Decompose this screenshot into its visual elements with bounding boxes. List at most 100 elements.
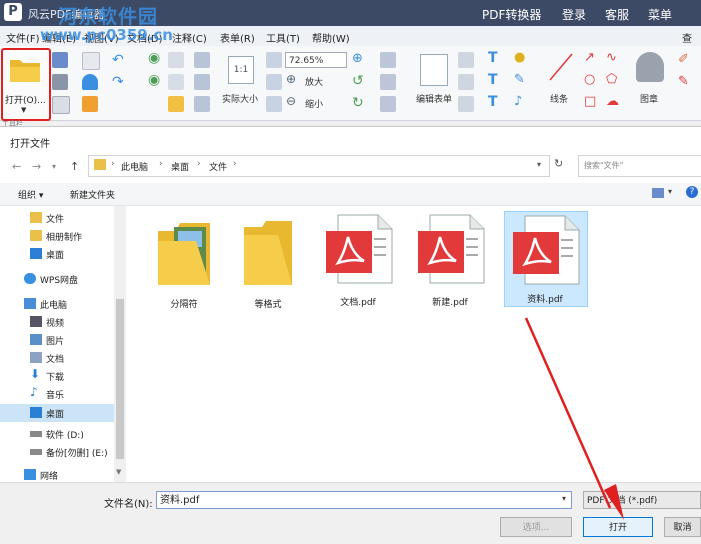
link-icon[interactable] (458, 74, 474, 90)
zoom-in-label[interactable]: 放大 (305, 75, 323, 88)
zoom-tool-icon[interactable] (194, 96, 210, 112)
stamp-icon[interactable] (636, 52, 664, 82)
open-file-button[interactable]: 打开(O)... ▼ (1, 48, 51, 121)
zoom-select[interactable]: 72.65% (285, 52, 347, 68)
view-mode-icon[interactable] (652, 188, 664, 198)
actual-size-icon[interactable]: 1:1 (228, 56, 254, 84)
view-dropdown-icon[interactable]: ▾ (668, 187, 672, 196)
curve-tool-icon[interactable]: ∿ (606, 50, 617, 65)
nav-item-music[interactable]: ♪ 音乐 (0, 385, 114, 403)
edit-form-label[interactable]: 编辑表单 (416, 92, 452, 105)
back-icon[interactable]: ◉ (148, 50, 160, 66)
rotate-right-icon[interactable]: ↻ (352, 95, 364, 111)
menu-tools[interactable]: 工具(T) (266, 30, 300, 45)
arrow-tool-icon[interactable]: ↗ (584, 50, 595, 65)
highlight-icon[interactable]: ✎ (678, 74, 689, 89)
text-comment-icon[interactable]: T (488, 94, 498, 110)
fit-visible-icon[interactable] (266, 96, 282, 112)
save-icon[interactable] (52, 52, 68, 68)
form-field-icon[interactable] (380, 52, 396, 68)
scroll-down-icon[interactable]: ▼ (116, 468, 121, 476)
fit-width-icon[interactable] (266, 74, 282, 90)
select-icon[interactable] (168, 52, 184, 68)
pdf-converter-button[interactable]: PDF转换器 (482, 6, 541, 23)
breadcrumb-desktop[interactable]: 桌面 (171, 160, 189, 173)
file-item-pdf-1[interactable]: 文档.pdf (318, 213, 398, 308)
nav-scroll-thumb[interactable] (116, 299, 124, 459)
login-button[interactable]: 登录 (562, 6, 586, 23)
file-item-folder-2[interactable]: 等格式 (228, 215, 308, 310)
redo-icon[interactable]: ↷ (112, 74, 124, 90)
file-item-pdf-selected[interactable]: 资料.pdf (504, 211, 588, 307)
file-item-folder-1[interactable]: 分隔符 (144, 215, 224, 310)
address-dropdown-icon[interactable]: ▾ (537, 160, 541, 169)
nav-item-documents[interactable]: 文档 (0, 349, 114, 367)
properties-icon[interactable] (82, 52, 100, 70)
new-document-icon[interactable] (52, 96, 70, 114)
text-box-icon[interactable] (458, 52, 474, 68)
nav-item-this-pc[interactable]: 此电脑 (0, 295, 114, 313)
nav-item-files[interactable]: 文件 (0, 209, 114, 227)
file-item-pdf-2[interactable]: 新建.pdf (410, 213, 490, 308)
support-button[interactable]: 客服 (605, 6, 629, 23)
open-button[interactable]: 打开 (583, 517, 653, 537)
forward-icon[interactable]: ◉ (148, 72, 160, 88)
attachment-icon[interactable]: ✎ (514, 72, 525, 87)
menu-help[interactable]: 帮助(W) (312, 30, 350, 45)
print-icon[interactable] (52, 74, 68, 90)
nav-item-desktop-quick[interactable]: 桌面 (0, 245, 114, 263)
nav-item-videos[interactable]: 视频 (0, 313, 114, 331)
forward-arrow-icon[interactable]: → (32, 160, 41, 173)
cloud-tool-icon[interactable]: ☁ (606, 94, 619, 109)
radio-field-icon[interactable] (380, 96, 396, 112)
filename-input[interactable]: 资料.pdf (156, 491, 572, 509)
organize-button[interactable]: 组织 ▾ (18, 188, 43, 201)
menu-comment[interactable]: 注释(C) (172, 30, 207, 45)
zoom-out-icon[interactable]: ⊖ (286, 94, 296, 108)
nav-item-downloads[interactable]: ⬇ 下载 (0, 367, 114, 385)
hand-icon[interactable] (168, 74, 184, 90)
zoom-out-label[interactable]: 缩小 (305, 97, 323, 110)
rectangle-tool-icon[interactable]: □ (584, 94, 596, 109)
attach-icon[interactable] (458, 96, 474, 112)
refresh-icon[interactable]: ↻ (554, 157, 563, 170)
cloud-upload-icon[interactable] (82, 74, 98, 90)
help-icon[interactable]: ? (686, 186, 698, 198)
breadcrumb-this-pc[interactable]: 此电脑 (121, 160, 148, 173)
filename-dropdown-icon[interactable]: ▾ (562, 494, 566, 503)
new-folder-button[interactable]: 新建文件夹 (70, 188, 115, 201)
recent-dropdown-icon[interactable]: ▾ (52, 162, 56, 171)
zoom-in-icon[interactable]: ⊕ (286, 72, 296, 86)
menu-form[interactable]: 表单(R) (220, 30, 255, 45)
nav-item-drive-e[interactable]: 备份[勿删] (E:) (0, 443, 114, 461)
polygon-tool-icon[interactable]: ⬠ (606, 72, 617, 87)
edit-form-icon[interactable] (420, 54, 448, 86)
nav-item-wps-cloud[interactable]: WPS网盘 (0, 270, 114, 288)
address-bar[interactable]: › 此电脑 › 桌面 › 文件 › ▾ (88, 155, 550, 177)
camera-icon[interactable] (194, 52, 210, 68)
up-arrow-icon[interactable]: ↑ (70, 160, 79, 173)
search-input[interactable]: 搜索"文件" (578, 155, 701, 177)
note-icon[interactable]: ● (514, 50, 525, 65)
callout-icon[interactable]: T (488, 72, 498, 88)
ellipse-tool-icon[interactable]: ○ (584, 72, 595, 87)
fit-page-icon[interactable] (266, 52, 282, 68)
menu-file[interactable]: 文件(F) (6, 30, 40, 45)
line-label[interactable]: 线条 (550, 92, 568, 105)
filetype-select[interactable]: PDF 文档 (*.pdf) (583, 491, 701, 509)
page-icon[interactable] (82, 96, 98, 112)
typewriter-icon[interactable]: T (488, 50, 498, 66)
nav-item-pictures[interactable]: 图片 (0, 331, 114, 349)
checkbox-field-icon[interactable] (380, 74, 396, 90)
sound-icon[interactable]: ♪ (514, 94, 522, 109)
zoom-plus-icon[interactable]: ⊕ (352, 51, 363, 66)
nav-item-desktop[interactable]: 桌面 (0, 404, 114, 422)
undo-icon[interactable]: ↶ (112, 52, 124, 68)
rotate-left-icon[interactable]: ↺ (352, 73, 364, 89)
breadcrumb-folder[interactable]: 文件 (209, 160, 227, 173)
snapshot-icon[interactable] (168, 96, 184, 112)
nav-item-album[interactable]: 相册制作 (0, 227, 114, 245)
cancel-button[interactable]: 取消 (664, 517, 701, 537)
eraser-icon[interactable]: ✐ (678, 52, 689, 67)
main-menu-button[interactable]: 菜单 (648, 6, 672, 23)
